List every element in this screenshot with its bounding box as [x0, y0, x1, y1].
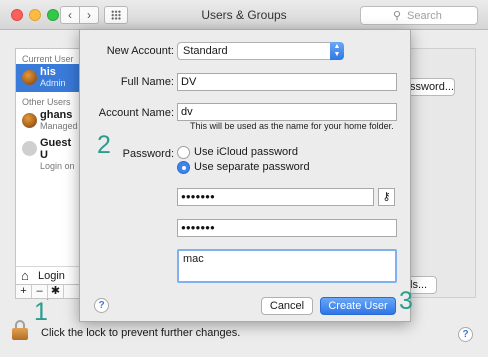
search-icon: ⚲ [393, 10, 402, 22]
user-role: Managed [40, 121, 78, 131]
annotation-3: 3 [399, 287, 413, 315]
verify-password-field[interactable]: ●●●●●●● [177, 219, 397, 237]
annotation-2: 2 [97, 131, 111, 159]
login-options-item[interactable]: ⌂ Login Op [15, 266, 81, 300]
sheet-help-button[interactable]: ? [94, 298, 109, 313]
help-button[interactable]: ? [458, 327, 473, 342]
account-type-select[interactable]: Standard ▲ ▼ [177, 42, 344, 60]
password-label: Password: [122, 148, 174, 160]
password-hint-field[interactable]: mac [177, 249, 397, 283]
key-icon[interactable]: ⚷ [378, 188, 395, 206]
add-user-button[interactable]: + [16, 285, 32, 298]
full-name-field[interactable]: DV [177, 73, 397, 91]
radio-icon [177, 146, 190, 159]
search-placeholder: Search [407, 10, 442, 22]
cancel-button[interactable]: Cancel [261, 297, 313, 315]
account-name-field[interactable]: dv [177, 103, 397, 121]
user-role: Login on [40, 161, 75, 171]
annotation-1: 1 [34, 298, 48, 326]
create-user-button[interactable]: Create User [320, 297, 396, 315]
avatar [22, 113, 37, 128]
new-account-sheet: New Account: Standard ▲ ▼ Full Name: DV A… [79, 29, 411, 322]
avatar [22, 70, 37, 85]
radio-separate-label: Use separate password [194, 161, 310, 173]
full-name-label: Full Name: [120, 76, 174, 88]
remove-user-button[interactable]: – [32, 285, 48, 298]
account-type-value: Standard [183, 45, 228, 57]
gear-button[interactable]: ✱ [48, 285, 64, 298]
radio-icloud-password[interactable]: Use iCloud password [177, 146, 298, 160]
search-field[interactable]: ⚲ Search [360, 6, 478, 25]
radio-icloud-label: Use iCloud password [194, 146, 298, 158]
list-toolbar: + – ✱ [15, 284, 81, 299]
chevron-updown-icon: ▲ ▼ [330, 42, 344, 60]
password-field[interactable]: ●●●●●●● [177, 188, 374, 206]
radio-separate-password[interactable]: Use separate password [177, 161, 310, 175]
avatar [22, 141, 37, 156]
password-hint-value: mac [183, 253, 204, 265]
radio-selected-icon [177, 161, 190, 174]
account-name-hint: This will be used as the name for your h… [190, 121, 394, 131]
lock-text: Click the lock to prevent further change… [41, 327, 241, 339]
home-icon: ⌂ [21, 268, 29, 283]
lock-icon[interactable] [12, 320, 28, 340]
account-name-label: Account Name: [98, 107, 174, 119]
title-bar: ‹ › Users & Groups ⚲ Search [0, 0, 488, 30]
other-users-header: Other Users [22, 97, 71, 107]
new-account-label: New Account: [106, 45, 174, 57]
change-password-button[interactable]: ssword... [407, 78, 455, 96]
